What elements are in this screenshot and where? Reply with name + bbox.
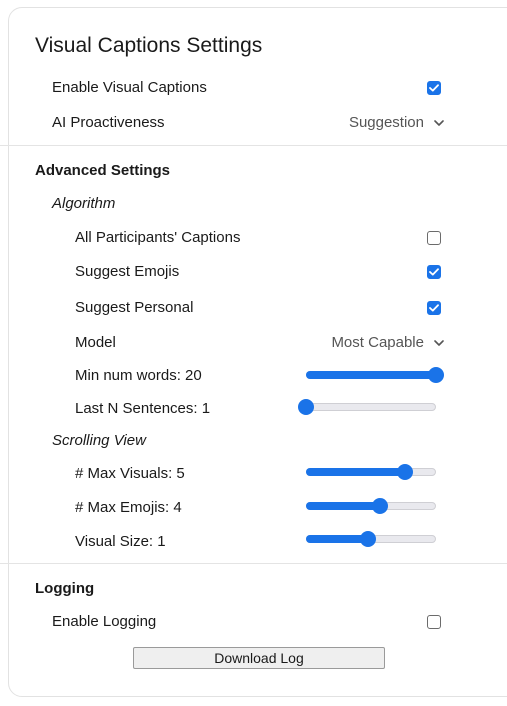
slider-thumb[interactable] — [360, 531, 376, 547]
ai-proactiveness-select[interactable]: Suggestion — [349, 114, 444, 132]
suggest-personal-label: Suggest Personal — [75, 299, 194, 316]
max-emojis-slider[interactable] — [306, 498, 436, 514]
last-n-sentences-slider[interactable] — [298, 399, 436, 415]
suggest-personal-checkbox[interactable] — [427, 301, 441, 315]
all-participants-captions-label: All Participants' Captions — [75, 229, 241, 246]
advanced-settings-heading: Advanced Settings — [35, 162, 171, 179]
model-select[interactable]: Most Capable — [331, 334, 444, 352]
min-num-words-label: Min num words: 20 — [75, 367, 202, 384]
divider-advanced — [0, 145, 507, 146]
slider-thumb[interactable] — [397, 464, 413, 480]
checkmark-icon — [429, 84, 439, 92]
slider-track — [306, 403, 436, 411]
min-num-words-slider[interactable] — [306, 367, 444, 383]
slider-thumb[interactable] — [428, 367, 444, 383]
logging-heading: Logging — [35, 580, 95, 597]
enable-visual-captions-checkbox[interactable] — [427, 81, 441, 95]
algorithm-heading: Algorithm — [52, 195, 116, 212]
last-n-sentences-label: Last N Sentences: 1 — [75, 400, 211, 417]
max-visuals-slider[interactable] — [306, 464, 436, 480]
ai-proactiveness-value: Suggestion — [348, 114, 424, 131]
divider-logging — [0, 563, 507, 564]
model-label: Model — [75, 334, 116, 351]
checkmark-icon — [429, 268, 439, 276]
enable-visual-captions-label: Enable Visual Captions — [52, 79, 207, 96]
visual-size-slider[interactable] — [306, 531, 436, 547]
download-log-button[interactable]: Download Log — [133, 647, 385, 669]
max-visuals-label: # Max Visuals: 5 — [75, 465, 185, 482]
model-value: Most Capable — [331, 334, 424, 351]
slider-thumb[interactable] — [372, 498, 388, 514]
max-emojis-label: # Max Emojis: 4 — [75, 499, 182, 516]
chevron-down-icon — [434, 339, 444, 347]
panel-title: Visual Captions Settings — [35, 34, 263, 57]
slider-fill — [306, 535, 368, 543]
slider-fill — [306, 502, 380, 510]
slider-thumb[interactable] — [298, 399, 314, 415]
slider-fill — [306, 468, 405, 476]
enable-logging-label: Enable Logging — [52, 613, 157, 630]
checkmark-icon — [429, 304, 439, 312]
visual-size-label: Visual Size: 1 — [75, 533, 166, 550]
scrolling-view-heading: Scrolling View — [52, 432, 146, 449]
slider-fill — [306, 371, 436, 379]
suggest-emojis-label: Suggest Emojis — [75, 263, 180, 280]
ai-proactiveness-label: AI Proactiveness — [52, 114, 165, 131]
suggest-emojis-checkbox[interactable] — [427, 265, 441, 279]
chevron-down-icon — [434, 119, 444, 127]
all-participants-captions-checkbox[interactable] — [427, 231, 441, 245]
enable-logging-checkbox[interactable] — [427, 615, 441, 629]
